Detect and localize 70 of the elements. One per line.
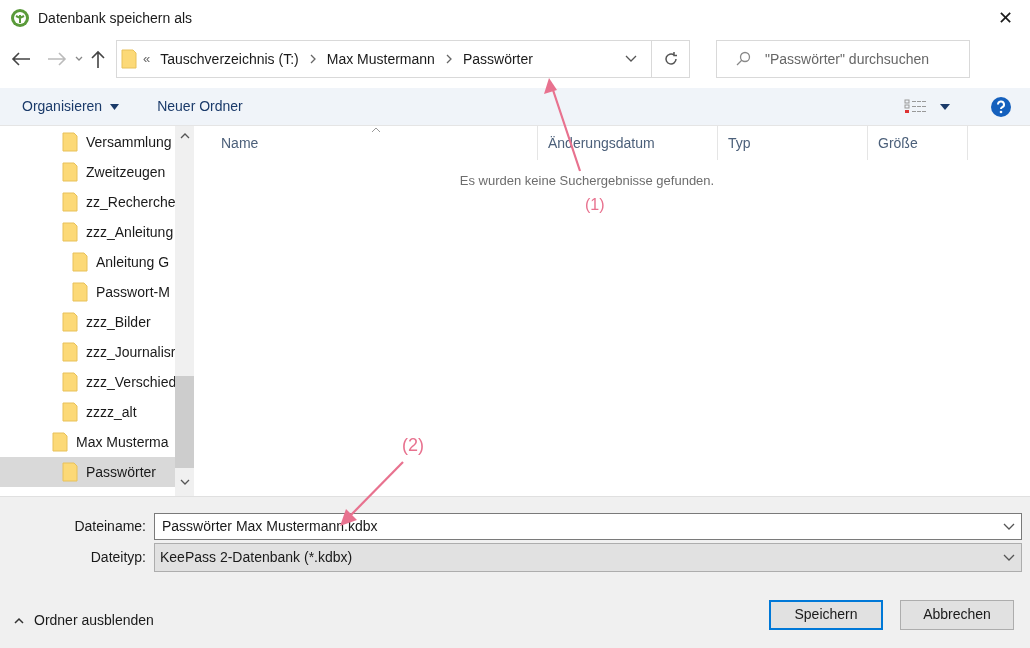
column-header[interactable]: Typ bbox=[718, 126, 868, 160]
tree-item[interactable]: zzz_Anleitung bbox=[0, 217, 175, 247]
refresh-icon[interactable] bbox=[662, 51, 679, 67]
chevron-right-icon bbox=[444, 54, 453, 64]
breadcrumb-item[interactable]: Passwörter bbox=[462, 48, 533, 70]
tree-item[interactable]: Zweitzeugen bbox=[0, 157, 175, 187]
new-folder-button[interactable]: Neuer Ordner bbox=[157, 96, 243, 117]
breadcrumb-overflow[interactable]: « bbox=[143, 49, 151, 69]
sort-caret-icon bbox=[371, 127, 381, 133]
scroll-down-icon[interactable] bbox=[179, 478, 190, 486]
folder-icon bbox=[72, 252, 88, 272]
tree-item[interactable]: Max Musterma bbox=[0, 427, 175, 457]
column-header[interactable]: Größe bbox=[868, 126, 968, 160]
caret-icon bbox=[110, 103, 120, 110]
breadcrumb-item[interactable]: Tauschverzeichnis (T:) bbox=[160, 48, 299, 70]
caret-icon[interactable] bbox=[940, 103, 950, 110]
tree-item[interactable]: Anleitung G bbox=[0, 247, 175, 277]
chevron-down-icon bbox=[625, 55, 637, 63]
breadcrumb-item[interactable]: Max Mustermann bbox=[326, 48, 435, 70]
tree-item[interactable]: zzzz_alt bbox=[0, 397, 175, 427]
field-label: Dateiname: bbox=[73, 517, 147, 536]
organize-menu-button[interactable]: Organisieren bbox=[22, 96, 120, 117]
scroll-up-icon[interactable] bbox=[179, 132, 190, 140]
folder-icon bbox=[62, 222, 78, 242]
tree-item[interactable]: zz_Recherche bbox=[0, 187, 175, 217]
column-header[interactable]: Name bbox=[194, 126, 538, 160]
tree-item[interactable]: zzz_Verschied bbox=[0, 367, 175, 397]
tree-item[interactable]: Passwort-M bbox=[0, 277, 175, 307]
folder-icon bbox=[62, 372, 78, 392]
search-box[interactable]: "Passwörter" durchsuchen bbox=[716, 40, 970, 78]
folder-icon bbox=[121, 49, 137, 69]
empty-message: Es wurden keine Suchergebnisse gefunden. bbox=[459, 172, 715, 190]
search-icon bbox=[735, 51, 751, 67]
chevron-down-icon bbox=[1003, 522, 1015, 531]
close-button[interactable]: ✕ bbox=[990, 3, 1020, 33]
folder-icon bbox=[52, 432, 68, 452]
tree-item[interactable]: Passwörter bbox=[0, 457, 175, 487]
window-title: Datenbank speichern als bbox=[38, 8, 193, 28]
cancel-button[interactable]: Abbrechen bbox=[900, 599, 1014, 630]
hide-folders-button[interactable]: Ordner ausblenden bbox=[14, 610, 154, 631]
field-label: Dateityp: bbox=[89, 548, 147, 567]
folder-icon bbox=[62, 462, 78, 482]
folder-icon bbox=[62, 342, 78, 362]
app-logo-icon bbox=[10, 8, 30, 28]
chevron-down-icon[interactable] bbox=[74, 55, 84, 63]
tree-item[interactable]: zzz_Bilder bbox=[0, 307, 175, 337]
folder-icon bbox=[62, 162, 78, 182]
folder-icon bbox=[62, 402, 78, 422]
search-field[interactable]: "Passwörter" durchsuchen bbox=[765, 48, 965, 70]
filename-field[interactable]: Passwörter Max Mustermann.kdbx bbox=[162, 516, 1003, 537]
address-bar[interactable]: « Tauschverzeichnis (T:) Max Mustermann Passwörter bbox=[116, 40, 690, 78]
save-button[interactable]: Speichern bbox=[769, 599, 883, 630]
chevron-up-icon bbox=[14, 617, 24, 624]
folder-icon bbox=[62, 132, 78, 152]
folder-icon bbox=[62, 312, 78, 332]
back-arrow-icon[interactable] bbox=[10, 51, 32, 67]
folder-icon bbox=[62, 192, 78, 212]
chevron-right-icon bbox=[308, 54, 317, 64]
view-options-icon[interactable] bbox=[904, 98, 928, 115]
tree-item[interactable]: Versammlung bbox=[0, 127, 175, 157]
up-arrow-icon[interactable] bbox=[90, 49, 106, 69]
scrollbar-thumb[interactable] bbox=[175, 376, 194, 468]
filename-combo-box[interactable]: Passwörter Max Mustermann.kdbx bbox=[154, 513, 1022, 540]
tree-item[interactable]: zzz_Journalisr bbox=[0, 337, 175, 367]
annotation-label: (1) bbox=[585, 196, 605, 214]
filetype-dropdown[interactable]: KeePass 2-Datenbank (*.kdbx) bbox=[154, 543, 1022, 572]
annotation-label: (2) bbox=[402, 434, 424, 457]
folder-icon bbox=[72, 282, 88, 302]
help-icon[interactable] bbox=[990, 95, 1012, 118]
chevron-down-icon bbox=[1003, 553, 1015, 562]
